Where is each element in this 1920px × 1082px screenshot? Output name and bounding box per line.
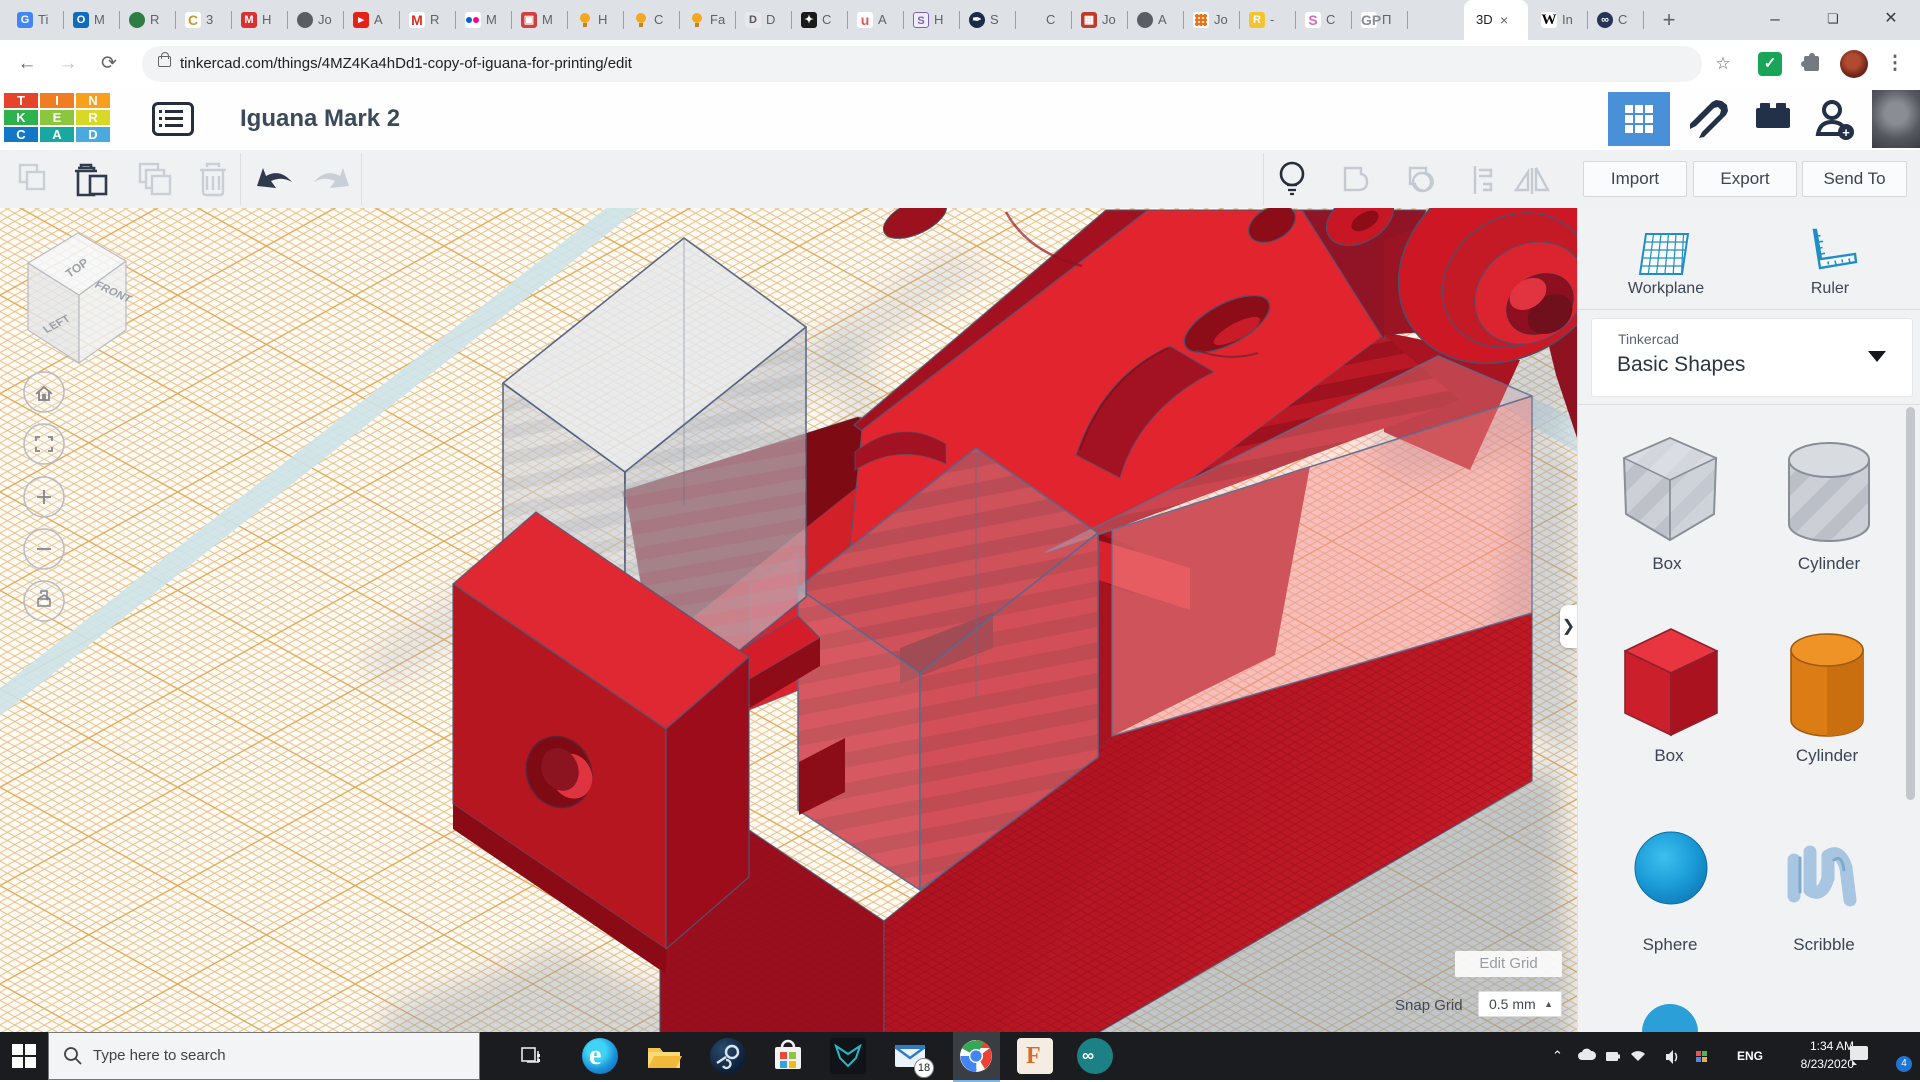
svg-text:+: + [1842,125,1850,140]
